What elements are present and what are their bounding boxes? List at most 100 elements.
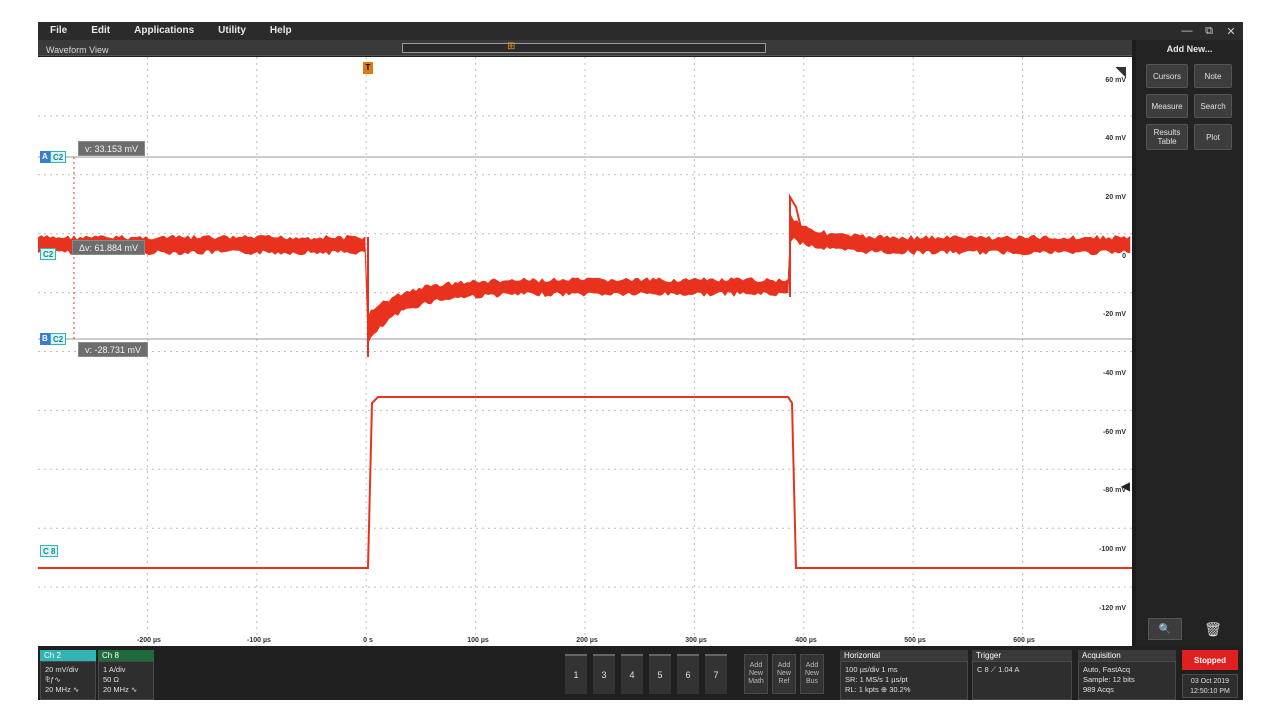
settings-bar: Ch 2 20 mV/div ⅊ƒ∿ 20 MHz ∿ Ch 8 1 A/div…	[38, 646, 1243, 700]
ch2-rising-spike	[789, 193, 803, 297]
date-time-display: 03 Oct 2019 12:50:10 PM	[1182, 674, 1238, 698]
ch2-badge-title: Ch 2	[40, 650, 96, 661]
restore-icon[interactable]: ⧉	[1203, 25, 1215, 38]
ch2-coupling: ⅊ƒ∿	[45, 675, 61, 684]
waveform-canvas	[38, 57, 1132, 646]
minimize-icon[interactable]: —	[1181, 25, 1193, 37]
channel-1-button[interactable]: 1	[565, 654, 587, 694]
ch8-offset-marker[interactable]: C 8	[40, 545, 59, 557]
horizontal-sample-rate: SR: 1 MS/s 1 µs/pt	[845, 675, 908, 684]
ch2-badge[interactable]: Ch 2 20 mV/div ⅊ƒ∿ 20 MHz ∿	[40, 650, 96, 700]
plot-button[interactable]: Plot	[1194, 124, 1232, 150]
horizontal-record-length: RL: 1 kpts ⊕ 30.2%	[845, 685, 911, 694]
date-text: 03 Oct 2019	[1190, 678, 1230, 685]
trash-icon[interactable]: 🗑	[1200, 618, 1226, 640]
x-axis-label: -100 µs	[247, 637, 271, 644]
menu-help[interactable]: Help	[258, 22, 304, 40]
menu-bar: File Edit Applications Utility Help — ⧉ …	[38, 22, 1243, 40]
menu-applications[interactable]: Applications	[122, 22, 206, 40]
y-axis-label: -100 mV	[1099, 546, 1126, 553]
menu-utility[interactable]: Utility	[206, 22, 258, 40]
y-axis-label: -60 mV	[1103, 429, 1126, 436]
run-stop-button[interactable]: Stopped	[1182, 650, 1238, 670]
y-axis-label: -20 mV	[1103, 311, 1126, 318]
ch8-waveform	[38, 396, 1132, 569]
horizontal-scale: 100 µs/div 1 ms	[845, 665, 898, 674]
waveform-plot[interactable]: T ◥ A C2 v: 33.153 mV C2 Δv: 61.884 mV B…	[38, 57, 1132, 646]
ch8-badge[interactable]: Ch 8 1 A/div 50 Ω 20 MHz ∿	[98, 650, 154, 700]
cursor-delta-readout: Δv: 61.884 mV	[72, 240, 146, 255]
ch8-badge-body: 1 A/div 50 Ω 20 MHz ∿	[98, 661, 154, 700]
menu-file[interactable]: File	[38, 22, 79, 40]
acquisition-resolution: Sample: 12 bits	[1083, 675, 1135, 684]
results-table-button[interactable]: Results Table	[1146, 124, 1188, 150]
acquisition-count: 989 Acqs	[1083, 685, 1114, 694]
trigger-level-arrow-icon[interactable]: ◀	[1121, 479, 1130, 493]
horizontal-badge-body: 100 µs/div 1 ms SR: 1 MS/s 1 µs/pt RL: 1…	[840, 661, 968, 700]
note-button[interactable]: Note	[1194, 64, 1232, 88]
record-overview-bar[interactable]: ⊞	[402, 42, 766, 54]
x-axis-label: 400 µs	[795, 637, 817, 644]
ch8-impedance: 50 Ω	[103, 675, 120, 684]
cursor-b-label: B	[40, 333, 50, 345]
x-axis-label: -200 µs	[137, 637, 161, 644]
right-panel: Add New... Cursors Note Measure Search R…	[1136, 40, 1243, 646]
add-new-math-button[interactable]: Add New Math	[744, 654, 768, 694]
cursor-b-channel: C2	[50, 333, 67, 345]
acquisition-badge[interactable]: Acquisition Auto, FastAcq Sample: 12 bit…	[1078, 650, 1176, 700]
record-position-icon[interactable]: ⊞	[507, 42, 515, 54]
cursor-a-channel: C2	[50, 151, 67, 163]
trigger-position-marker[interactable]: T	[363, 62, 373, 74]
x-axis-label: 300 µs	[685, 637, 707, 644]
ch2-bandwidth: 20 MHz ∿	[45, 685, 80, 694]
add-new-title: Add New...	[1166, 44, 1213, 54]
trigger-badge[interactable]: Trigger C 8 ⟋ 1.04 A	[972, 650, 1072, 700]
cursor-a-readout[interactable]: v: 33.153 mV	[78, 141, 146, 156]
y-axis-label: 40 mV	[1105, 135, 1126, 142]
y-axis-label: -40 mV	[1103, 370, 1126, 377]
add-new-bus-button[interactable]: Add New Bus	[800, 654, 824, 694]
acquisition-badge-title: Acquisition	[1078, 650, 1176, 661]
horizontal-badge[interactable]: Horizontal 100 µs/div 1 ms SR: 1 MS/s 1 …	[840, 650, 968, 700]
horizontal-badge-title: Horizontal	[840, 650, 968, 661]
cursor-a-label: A	[40, 151, 50, 163]
channel-3-button[interactable]: 3	[593, 654, 615, 694]
close-icon[interactable]: ✕	[1225, 25, 1237, 38]
zoom-icon[interactable]: 🔍	[1148, 618, 1182, 640]
ch2-scale: 20 mV/div	[45, 665, 79, 674]
channel-5-button[interactable]: 5	[649, 654, 671, 694]
channel-7-button[interactable]: 7	[705, 654, 727, 694]
cursor-b-readout[interactable]: v: -28.731 mV	[78, 342, 149, 357]
acquisition-mode: Auto, FastAcq	[1083, 665, 1131, 674]
trigger-settings: C 8 ⟋ 1.04 A	[977, 665, 1020, 674]
trigger-badge-body: C 8 ⟋ 1.04 A	[972, 661, 1072, 700]
window-controls: — ⧉ ✕	[1181, 22, 1237, 40]
ch2-waveform	[38, 214, 1131, 344]
x-axis-label: 600 µs	[1013, 637, 1035, 644]
y-axis-label: -120 mV	[1099, 605, 1126, 612]
menu-edit[interactable]: Edit	[79, 22, 122, 40]
ch8-scale: 1 A/div	[103, 665, 126, 674]
ch2-offset-marker[interactable]: C2	[40, 248, 57, 260]
acquisition-badge-body: Auto, FastAcq Sample: 12 bits 989 Acqs	[1078, 661, 1176, 700]
ch8-bandwidth: 20 MHz ∿	[103, 685, 138, 694]
x-axis-label: 100 µs	[467, 637, 489, 644]
time-text: 12:50:10 PM	[1190, 688, 1230, 695]
ch2-badge-body: 20 mV/div ⅊ƒ∿ 20 MHz ∿	[40, 661, 96, 700]
trigger-badge-title: Trigger	[972, 650, 1072, 661]
cursors-button[interactable]: Cursors	[1146, 64, 1188, 88]
x-axis-label: 0 s	[363, 637, 373, 644]
channel-6-button[interactable]: 6	[677, 654, 699, 694]
add-new-ref-button[interactable]: Add New Ref	[772, 654, 796, 694]
y-axis-label: 20 mV	[1105, 194, 1126, 201]
measure-button[interactable]: Measure	[1146, 94, 1188, 118]
x-axis-label: 200 µs	[576, 637, 598, 644]
waveform-view-title: Waveform View	[46, 45, 109, 55]
ch8-badge-title: Ch 8	[98, 650, 154, 661]
y-axis-label: 0	[1122, 253, 1126, 260]
y-axis-label: 60 mV	[1105, 77, 1126, 84]
search-button[interactable]: Search	[1194, 94, 1232, 118]
channel-4-button[interactable]: 4	[621, 654, 643, 694]
x-axis-label: 500 µs	[904, 637, 926, 644]
oscilloscope-app: File Edit Applications Utility Help — ⧉ …	[38, 22, 1243, 700]
